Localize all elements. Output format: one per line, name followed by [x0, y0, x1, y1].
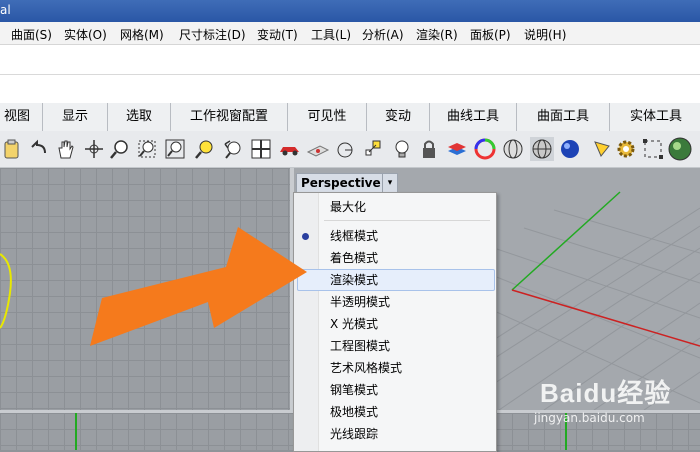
wireframe-sphere-icon[interactable]	[501, 137, 525, 161]
watermark-url: jingyan.baidu.com	[534, 411, 645, 425]
light-bulb-icon[interactable]	[390, 137, 414, 161]
color-wheel-icon[interactable]	[473, 137, 497, 161]
watermark-brand-suffix: 经验	[617, 378, 672, 408]
menu-item-artistic[interactable]: 艺术风格模式	[330, 358, 402, 378]
menu-bar: 曲面(S) 实体(O) 网格(M) 尺寸标注(D) 变动(T) 工具(L) 分析…	[0, 22, 700, 45]
y-axis-line	[511, 191, 621, 291]
four-viewports-icon[interactable]	[249, 137, 273, 161]
snap-points-icon[interactable]	[362, 137, 386, 161]
named-view-icon[interactable]	[306, 137, 330, 161]
settings-gear-icon[interactable]	[614, 137, 638, 161]
set-cplane-icon[interactable]	[333, 137, 357, 161]
menu-item-wireframe[interactable]: 线框模式	[330, 226, 378, 246]
car-icon[interactable]	[278, 137, 302, 161]
menu-item-rendered[interactable]: 渲染模式	[330, 270, 378, 290]
viewport-title[interactable]: Perspective	[296, 173, 386, 193]
menu-item-maximize[interactable]: 最大化	[330, 197, 366, 217]
zoom-window-icon[interactable]	[135, 137, 159, 161]
menu-separator	[324, 220, 490, 221]
undo-icon[interactable]	[26, 137, 50, 161]
window-title: al	[0, 3, 11, 17]
menu-item-raytraced[interactable]: 光线跟踪	[330, 424, 378, 444]
menu-item-arctic[interactable]: 极地模式	[330, 402, 378, 422]
menu-surface[interactable]: 曲面(S)	[11, 26, 52, 43]
menu-analyze[interactable]: 分析(A)	[362, 26, 404, 43]
baidu-watermark: Baidu经验 jingyan.baidu.com	[534, 373, 672, 425]
render-icon[interactable]	[668, 137, 692, 161]
layer-icon[interactable]	[445, 137, 469, 161]
menu-item-xray[interactable]: X 光模式	[330, 314, 378, 334]
command-area[interactable]	[0, 45, 700, 103]
circle-curve	[0, 253, 12, 329]
tab-transform[interactable]: 变动	[367, 103, 430, 131]
zoom-icon[interactable]	[108, 137, 132, 161]
watermark-brand: Baidu	[540, 378, 618, 408]
tab-select[interactable]: 选取	[108, 103, 171, 131]
menu-solid[interactable]: 实体(O)	[64, 26, 107, 43]
tab-solid-tools[interactable]: 实体工具	[610, 103, 700, 131]
menu-transform[interactable]: 变动(T)	[257, 26, 298, 43]
menu-dimension[interactable]: 尺寸标注(D)	[179, 26, 246, 43]
shaded-sphere-icon[interactable]	[530, 137, 554, 161]
menu-tools[interactable]: 工具(L)	[311, 26, 351, 43]
command-divider	[0, 74, 700, 75]
viewport-dropdown-button[interactable]: ▾	[382, 173, 398, 193]
tab-visibility[interactable]: 可见性	[288, 103, 367, 131]
tab-display[interactable]: 显示	[43, 103, 108, 131]
menu-item-ghosted[interactable]: 半透明模式	[330, 292, 390, 312]
rendered-sphere-icon[interactable]	[558, 137, 582, 161]
menu-item-shaded[interactable]: 着色模式	[330, 248, 378, 268]
menu-item-technical[interactable]: 工程图模式	[330, 336, 390, 356]
pan-hand-icon[interactable]	[53, 137, 77, 161]
tab-viewport-layout[interactable]: 工作视窗配置	[171, 103, 288, 131]
menu-help[interactable]: 说明(H)	[524, 26, 566, 43]
viewport-left[interactable]	[0, 168, 290, 412]
menu-icon-strip	[294, 193, 319, 451]
viewport-context-menu: 最大化 线框模式 着色模式 渲染模式 半透明模式 X 光模式 工程图模式 艺术风…	[293, 192, 497, 452]
tab-curve-tools[interactable]: 曲线工具	[430, 103, 517, 131]
menu-mesh[interactable]: 网格(M)	[120, 26, 164, 43]
title-bar: al	[0, 0, 700, 22]
zoom-extents-icon[interactable]	[163, 137, 187, 161]
spotlight-icon[interactable]	[590, 137, 614, 161]
menu-panels[interactable]: 面板(P)	[470, 26, 511, 43]
undo-view-icon[interactable]	[221, 137, 245, 161]
lock-icon[interactable]	[417, 137, 441, 161]
clipboard-icon[interactable]	[0, 137, 24, 161]
tab-surface-tools[interactable]: 曲面工具	[517, 103, 610, 131]
menu-render[interactable]: 渲染(R)	[416, 26, 458, 43]
main-toolbar	[0, 131, 700, 168]
zoom-selected-icon[interactable]	[193, 137, 217, 161]
cage-edit-icon[interactable]	[641, 137, 665, 161]
toolbar-tabs: 视图 显示 选取 工作视窗配置 可见性 变动 曲线工具 曲面工具 实体工具	[0, 103, 700, 131]
menu-item-pen[interactable]: 钢笔模式	[330, 380, 378, 400]
menu-highlight	[297, 269, 495, 291]
tab-view[interactable]: 视图	[0, 103, 43, 131]
radio-checked-icon	[302, 233, 309, 240]
rotate-view-icon[interactable]	[82, 137, 106, 161]
